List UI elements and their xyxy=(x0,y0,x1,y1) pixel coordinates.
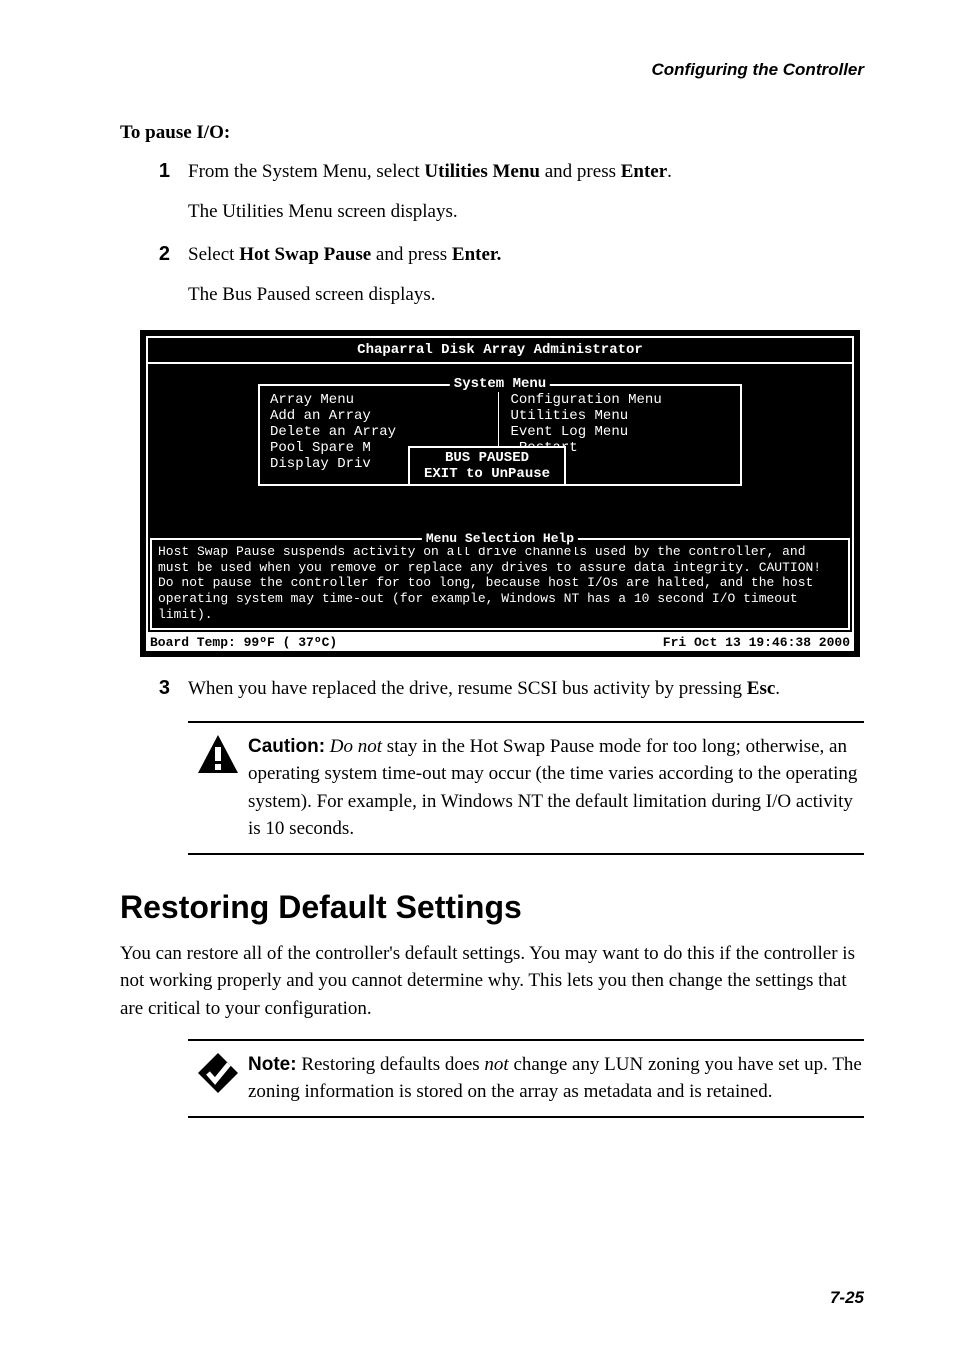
section-paragraph: You can restore all of the controller's … xyxy=(120,940,864,1023)
text: Select xyxy=(188,244,239,265)
key-name: Esc xyxy=(747,678,776,699)
dialog-line: BUS PAUSED xyxy=(445,450,529,466)
help-box: Menu Selection Help Host Swap Pause susp… xyxy=(150,538,850,630)
list-item: 2 Select Hot Swap Pause and press Enter.… xyxy=(120,241,864,320)
note-callout: Note: Restoring defaults does not change… xyxy=(188,1039,864,1118)
key-name: Enter xyxy=(621,161,667,182)
emphasis: not xyxy=(484,1054,508,1075)
terminal-frame: Chaparral Disk Array Administrator Syste… xyxy=(146,336,854,634)
text: and press xyxy=(371,244,452,265)
note-text: Note: Restoring defaults does not change… xyxy=(248,1051,864,1106)
status-bar: Board Temp: 99ºF ( 37ºC) Fri Oct 13 19:4… xyxy=(146,634,854,651)
step-result: The Bus Paused screen displays. xyxy=(188,281,864,309)
caution-icon xyxy=(188,733,248,843)
caution-callout: Caution: Do not stay in the Hot Swap Pau… xyxy=(188,721,864,855)
list-item: 3 When you have replaced the drive, resu… xyxy=(120,675,864,715)
help-text: Host Swap Pause suspends activity on all… xyxy=(158,544,842,622)
running-header: Configuring the Controller xyxy=(120,60,864,80)
step-body: Select Hot Swap Pause and press Enter. T… xyxy=(188,241,864,320)
step-body: When you have replaced the drive, resume… xyxy=(188,675,864,715)
emphasis: Do not xyxy=(330,736,382,757)
text: . xyxy=(775,678,780,699)
ui-term: Hot Swap Pause xyxy=(239,244,371,265)
board-temp: Board Temp: 99ºF ( 37ºC) xyxy=(150,635,337,650)
step-list-continued: 3 When you have replaced the drive, resu… xyxy=(120,675,864,715)
terminal-body: System Menu Array Menu Add an Array Dele… xyxy=(148,364,852,534)
bus-paused-dialog: BUS PAUSED EXIT to UnPause xyxy=(408,446,566,486)
caution-label: Caution: xyxy=(248,736,325,757)
step-number: 3 xyxy=(120,675,188,715)
list-item: 1 From the System Menu, select Utilities… xyxy=(120,158,864,237)
note-icon xyxy=(188,1051,248,1106)
document-page: Configuring the Controller To pause I/O:… xyxy=(0,0,954,1348)
text: When you have replaced the drive, resume… xyxy=(188,678,747,699)
step-number: 1 xyxy=(120,158,188,237)
step-body: From the System Menu, select Utilities M… xyxy=(188,158,864,237)
section-heading: Restoring Default Settings xyxy=(120,889,864,926)
dialog-line: EXIT to UnPause xyxy=(424,466,550,482)
text: and press xyxy=(540,161,621,182)
text: Restoring defaults does xyxy=(297,1054,485,1075)
procedure-heading: To pause I/O: xyxy=(120,122,864,144)
key-name: Enter. xyxy=(452,244,501,265)
terminal-screenshot: Chaparral Disk Array Administrator Syste… xyxy=(140,330,860,657)
text: . xyxy=(667,161,672,182)
step-list: 1 From the System Menu, select Utilities… xyxy=(120,158,864,320)
terminal-title: Chaparral Disk Array Administrator xyxy=(148,338,852,364)
system-menu-label: System Menu xyxy=(450,376,550,392)
note-label: Note: xyxy=(248,1054,297,1075)
caution-text: Caution: Do not stay in the Hot Swap Pau… xyxy=(248,733,864,843)
timestamp: Fri Oct 13 19:46:38 2000 xyxy=(663,635,850,650)
text: From the System Menu, select xyxy=(188,161,424,182)
step-number: 2 xyxy=(120,241,188,320)
step-result: The Utilities Menu screen displays. xyxy=(188,198,864,226)
page-number: 7-25 xyxy=(120,1288,864,1308)
help-label: Menu Selection Help xyxy=(422,531,578,547)
ui-term: Utilities Menu xyxy=(424,161,540,182)
